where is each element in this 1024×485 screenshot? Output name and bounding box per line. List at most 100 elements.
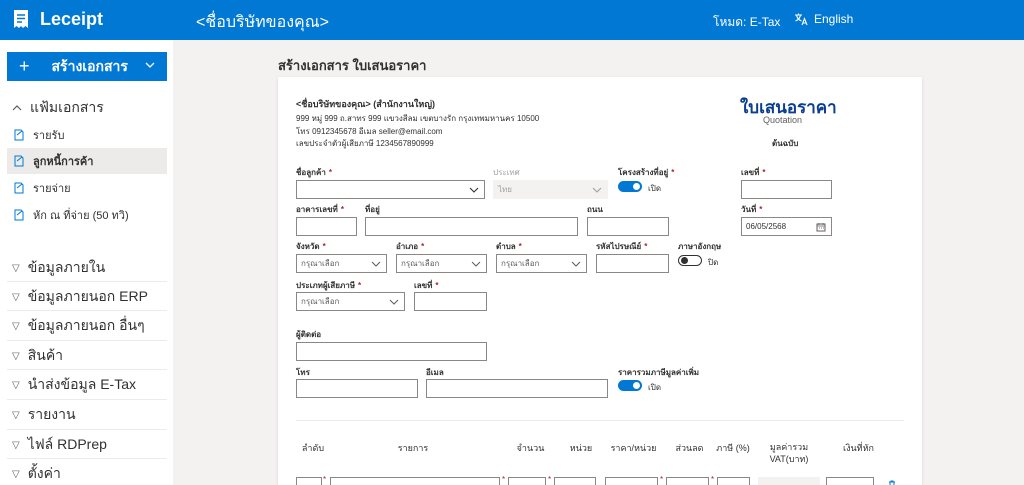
quantity-input[interactable]	[508, 477, 546, 485]
country-dropdown[interactable]: ไทย	[493, 180, 608, 199]
english-label: ภาษาอังกฤษ	[678, 242, 722, 251]
sidebar-group-erp[interactable]: ▽ ข้อมูลภายนอก ERP	[0, 287, 173, 307]
subdistrict-dropdown[interactable]: กรุณาเลือก	[496, 254, 587, 273]
unit-price-input[interactable]	[605, 477, 658, 485]
column-header-discount: ส่วนลด	[675, 443, 704, 453]
item-description-input[interactable]	[330, 477, 500, 485]
district-dropdown[interactable]: กรุณาเลือก	[396, 254, 487, 273]
toggle-knob	[633, 183, 640, 190]
sidebar-item-receivables[interactable]: ลูกหนี้การค้า	[7, 148, 167, 174]
required-mark: *	[340, 205, 344, 214]
phone-label: โทร	[296, 368, 310, 377]
withheld-input[interactable]	[826, 477, 874, 485]
contact-person-input[interactable]	[296, 342, 487, 361]
seller-name: <ชื่อบริษัทของคุณ> (สำนักงานใหญ่)	[296, 99, 435, 109]
email-input[interactable]	[426, 379, 608, 398]
sidebar-group-internal[interactable]: ▽ ข้อมูลภายใน	[0, 258, 173, 278]
required-mark: *	[660, 475, 664, 484]
column-header-qty: จำนวน	[516, 443, 545, 453]
doc-number-label: เลขที่ *	[741, 166, 766, 179]
province-dropdown[interactable]: กรุณาเลือก	[296, 254, 387, 273]
label-text: วันที่	[741, 205, 757, 214]
column-header-tax: ภาษี (%)	[716, 443, 750, 453]
divider	[7, 340, 167, 341]
column-header-item: รายการ	[397, 443, 429, 453]
language-switch[interactable]: English	[794, 12, 853, 26]
label-text: อำเภอ	[396, 242, 419, 251]
divider	[296, 420, 904, 421]
date-picker[interactable]: 06/05/2568	[741, 217, 832, 236]
chevron-down-icon	[592, 187, 602, 193]
translate-icon	[795, 13, 808, 26]
label-text: อาคารเลขที่	[296, 205, 338, 214]
logo[interactable]: Leceipt	[10, 8, 103, 30]
sidebar-group-other[interactable]: ▽ ข้อมูลภายนอก อื่นๆ	[0, 316, 173, 336]
phone-input[interactable]	[296, 379, 418, 398]
top-bar: Leceipt <ชื่อบริษัทของคุณ> โหมด: E-Tax E…	[0, 0, 1024, 40]
english-toggle[interactable]	[678, 255, 702, 266]
calendar-icon	[816, 223, 826, 232]
required-mark: *	[671, 168, 675, 177]
province-label: จังหวัด *	[296, 240, 326, 253]
subdistrict-label: ตำบล *	[496, 240, 522, 253]
tax-dropdown[interactable]	[717, 477, 750, 485]
row-number-input[interactable]	[296, 477, 322, 485]
sidebar-item-withholding[interactable]: หัก ณ ที่จ่าย (50 ทวิ)	[7, 202, 167, 228]
sidebar-group-etax[interactable]: ▽ นำส่งข้อมูล E-Tax	[0, 375, 173, 395]
sidebar-group-products[interactable]: ▽ สินค้า	[0, 346, 173, 366]
label-text: ชื่อลูกค้า	[296, 168, 326, 177]
structured-address-label: โครงสร้างที่อยู่ *	[618, 166, 674, 179]
toggle-state: เปิด	[648, 184, 662, 193]
required-mark: *	[518, 242, 522, 251]
app-name: Leceipt	[40, 8, 104, 29]
address-label: ที่อยู่	[365, 205, 380, 214]
document-subtitle: Quotation	[763, 115, 803, 125]
language-label: English	[814, 12, 854, 26]
required-mark: *	[328, 168, 332, 177]
create-document-button[interactable]: + สร้างเอกสาร	[7, 52, 167, 81]
chevron-up-icon	[12, 105, 22, 111]
chevron-down-icon: ▽	[12, 262, 20, 274]
structured-address-toggle[interactable]	[618, 181, 642, 192]
customer-name-dropdown[interactable]	[296, 180, 485, 199]
discount-input[interactable]	[666, 477, 709, 485]
page-title: สร้างเอกสาร ใบเสนอราคา	[278, 58, 427, 73]
chevron-down-icon: ▽	[12, 379, 20, 391]
building-input[interactable]	[296, 217, 357, 236]
address-input[interactable]	[365, 217, 578, 236]
sidebar-item-expenses[interactable]: รายจ่าย	[7, 175, 167, 201]
sidebar-group-label: ข้อมูลภายใน	[27, 259, 106, 275]
seller-tax-id: เลขประจำตัวผู้เสียภาษี 1234567890999	[296, 139, 434, 148]
road-input[interactable]	[587, 217, 669, 236]
document-icon	[14, 182, 24, 194]
chevron-down-icon	[571, 261, 581, 267]
column-header-unit-price: ราคา/หน่วย	[610, 443, 657, 453]
column-header-unit: หน่วย	[569, 443, 593, 453]
delete-icon[interactable]	[887, 480, 897, 485]
required-mark: *	[711, 475, 715, 484]
sidebar-group-reports[interactable]: ▽ รายงาน	[0, 405, 173, 425]
vat-included-toggle[interactable]	[618, 380, 642, 391]
company-title: <ชื่อบริษัทของคุณ>	[196, 14, 329, 31]
sidebar-group-rdprep[interactable]: ▽ ไฟล์ RDPrep	[0, 435, 173, 455]
column-header-total: มูลค่ารวม VAT(บาท)	[769, 442, 809, 464]
toggle-knob	[633, 382, 640, 389]
postcode-input[interactable]	[596, 254, 669, 273]
taxpayer-type-dropdown[interactable]: กรุณาเลือก	[296, 292, 405, 311]
sidebar-group-label: ตั้งค่า	[27, 465, 61, 481]
date-label: วันที่ *	[741, 203, 762, 216]
sidebar-group-settings[interactable]: ▽ ตั้งค่า	[0, 464, 173, 484]
divider	[7, 429, 167, 430]
sidebar-item-label: รายจ่าย	[33, 183, 71, 195]
divider	[7, 281, 167, 282]
sidebar-item-income[interactable]: รายรับ	[7, 122, 167, 148]
sidebar-group-documents[interactable]: แฟ้มเอกสาร	[0, 98, 173, 118]
tax-number-input[interactable]	[414, 292, 487, 311]
doc-number-input[interactable]	[741, 180, 832, 199]
unit-input[interactable]	[554, 477, 596, 485]
email-label: อีเมล	[426, 368, 444, 377]
chevron-down-icon	[389, 299, 399, 305]
country-value: ไทย	[498, 185, 512, 194]
document-icon	[14, 129, 24, 141]
sidebar-group-label: นำส่งข้อมูล E-Tax	[27, 376, 136, 392]
